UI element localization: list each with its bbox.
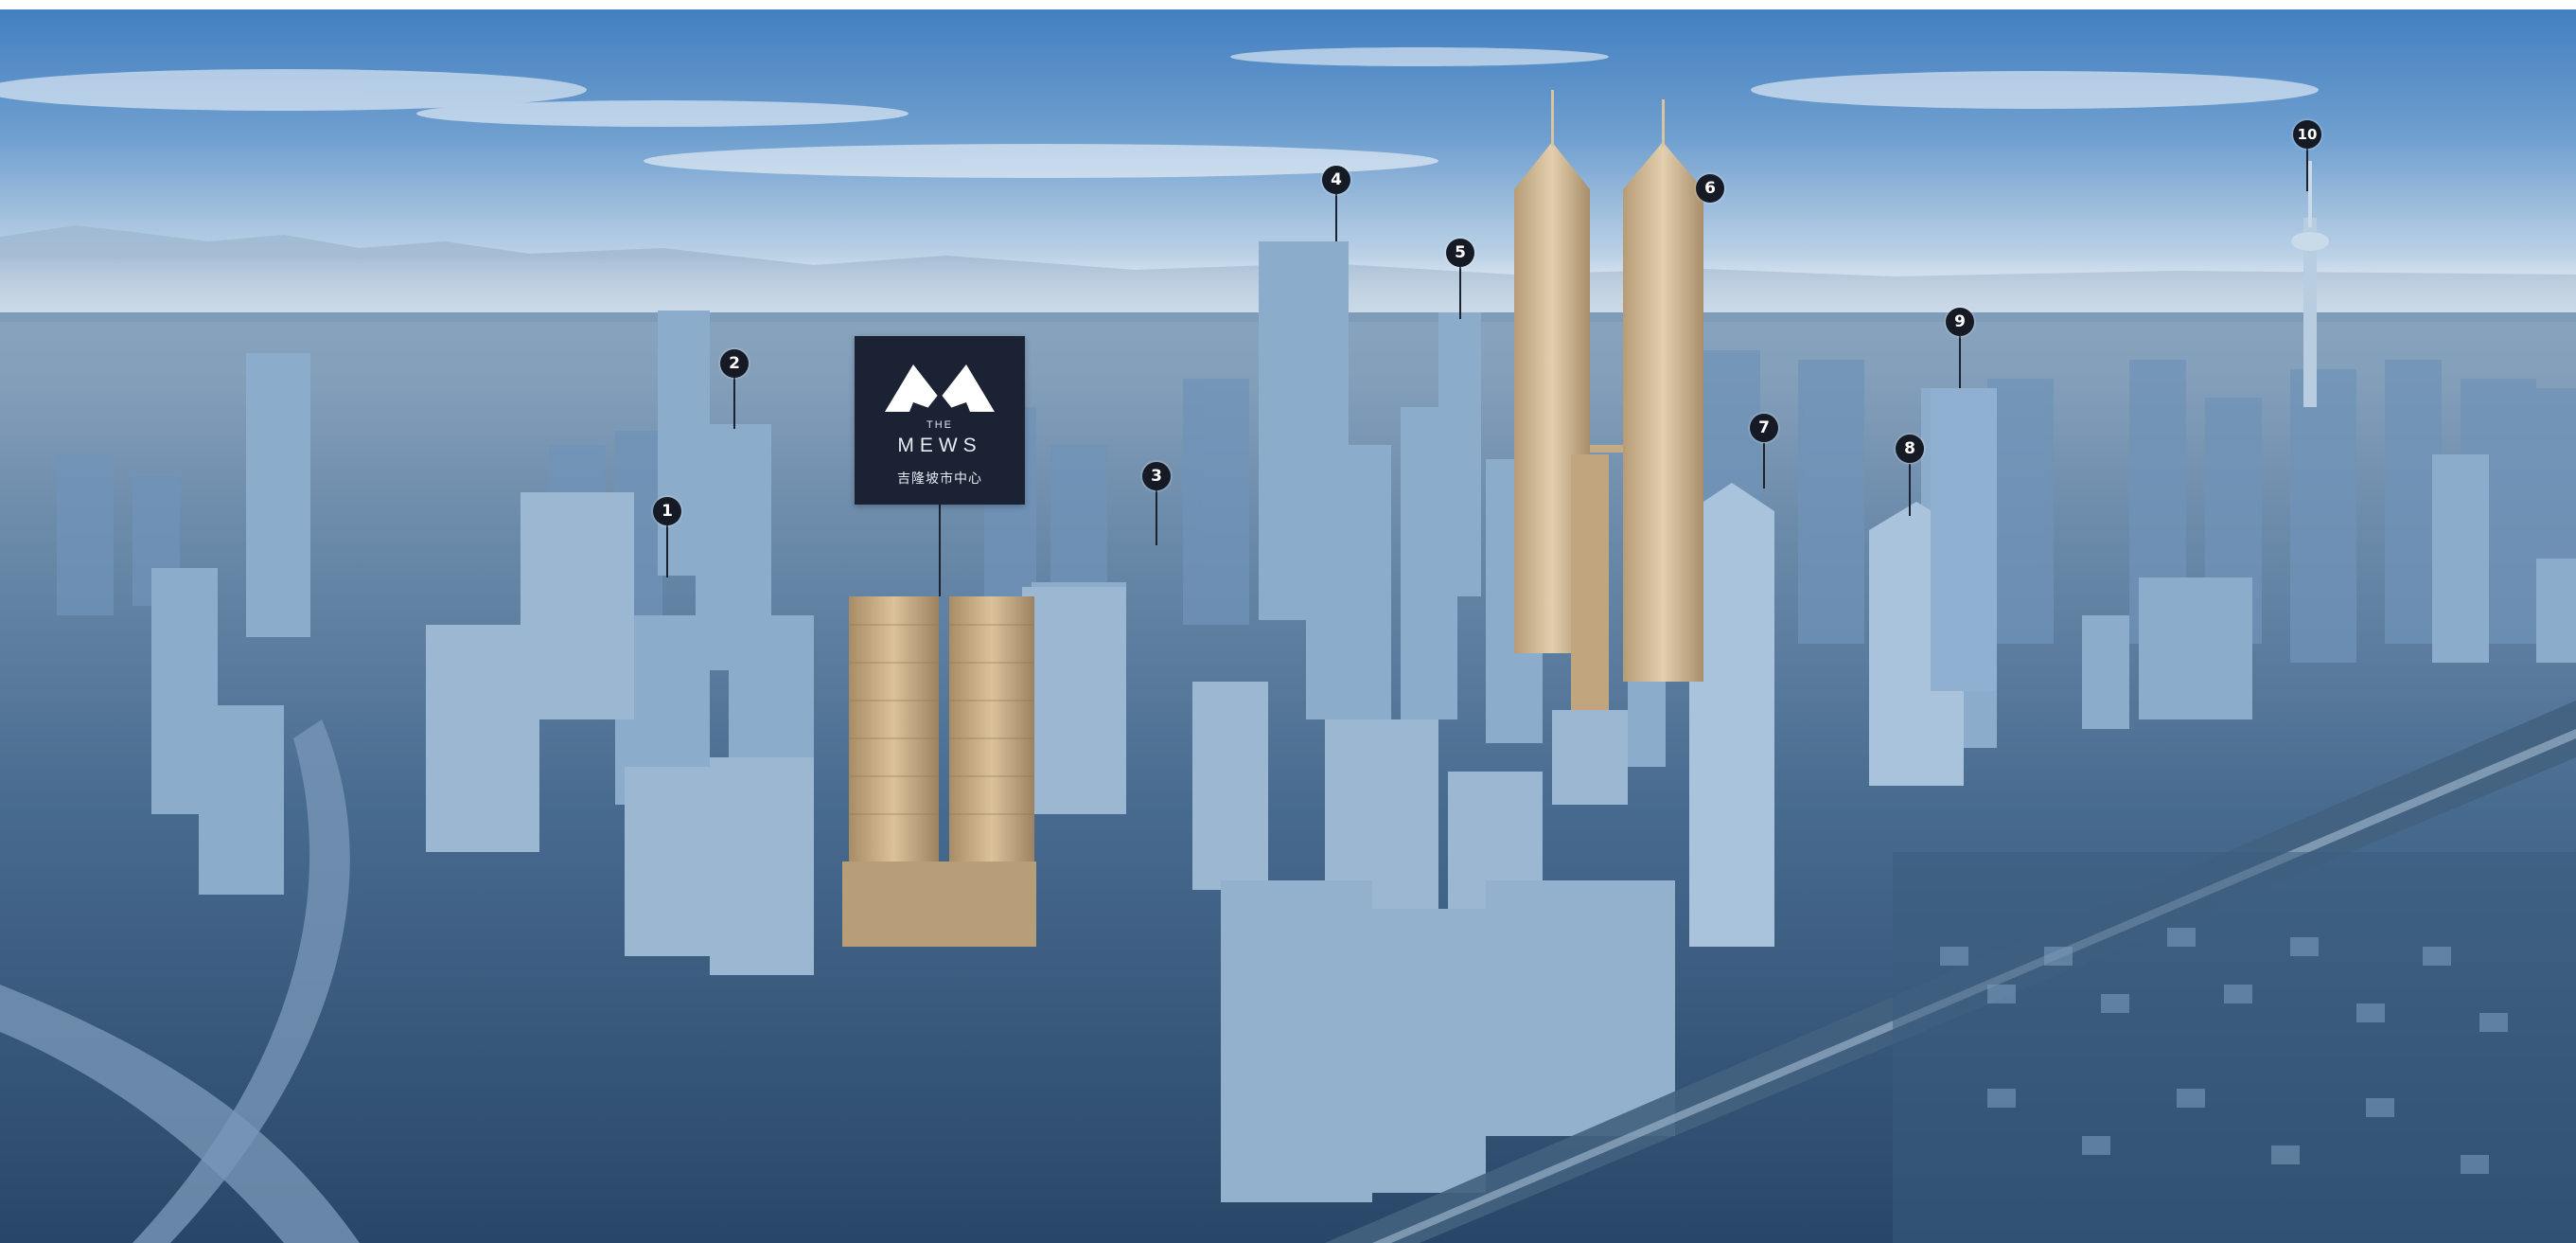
project-name: MEWS: [897, 435, 982, 456]
marker-leader-9: [1959, 336, 1961, 388]
map-marker-7: 7: [1750, 414, 1778, 442]
marker-leader-7: [1763, 443, 1765, 488]
map-marker-6: 6: [1696, 174, 1724, 203]
marker-leader-4: [1335, 194, 1337, 241]
marker-leader-5: [1459, 267, 1461, 319]
map-marker-1: 1: [653, 497, 681, 525]
project-the-label: THE: [926, 419, 953, 431]
map-marker-4: 4: [1322, 166, 1350, 194]
city-skyline-illustration: [0, 0, 2576, 1243]
project-leader-line: [939, 505, 941, 596]
map-marker-3: 3: [1142, 462, 1171, 490]
map-marker-10: 10: [2293, 120, 2321, 149]
aerial-city-photo: [0, 0, 2576, 1243]
project-subtitle: 吉隆坡市中心: [897, 471, 982, 486]
map-marker-5: 5: [1446, 239, 1474, 267]
project-badge: THE MEWS 吉隆坡市中心: [855, 336, 1025, 505]
marker-leader-8: [1909, 464, 1911, 516]
marker-leader-2: [733, 377, 735, 429]
marker-leader-10: [2306, 149, 2308, 191]
marker-leader-3: [1156, 490, 1157, 545]
map-marker-2: 2: [720, 349, 749, 378]
map-marker-9: 9: [1946, 308, 1974, 336]
mews-logo-icon: [885, 364, 995, 412]
map-marker-8: 8: [1896, 435, 1924, 463]
